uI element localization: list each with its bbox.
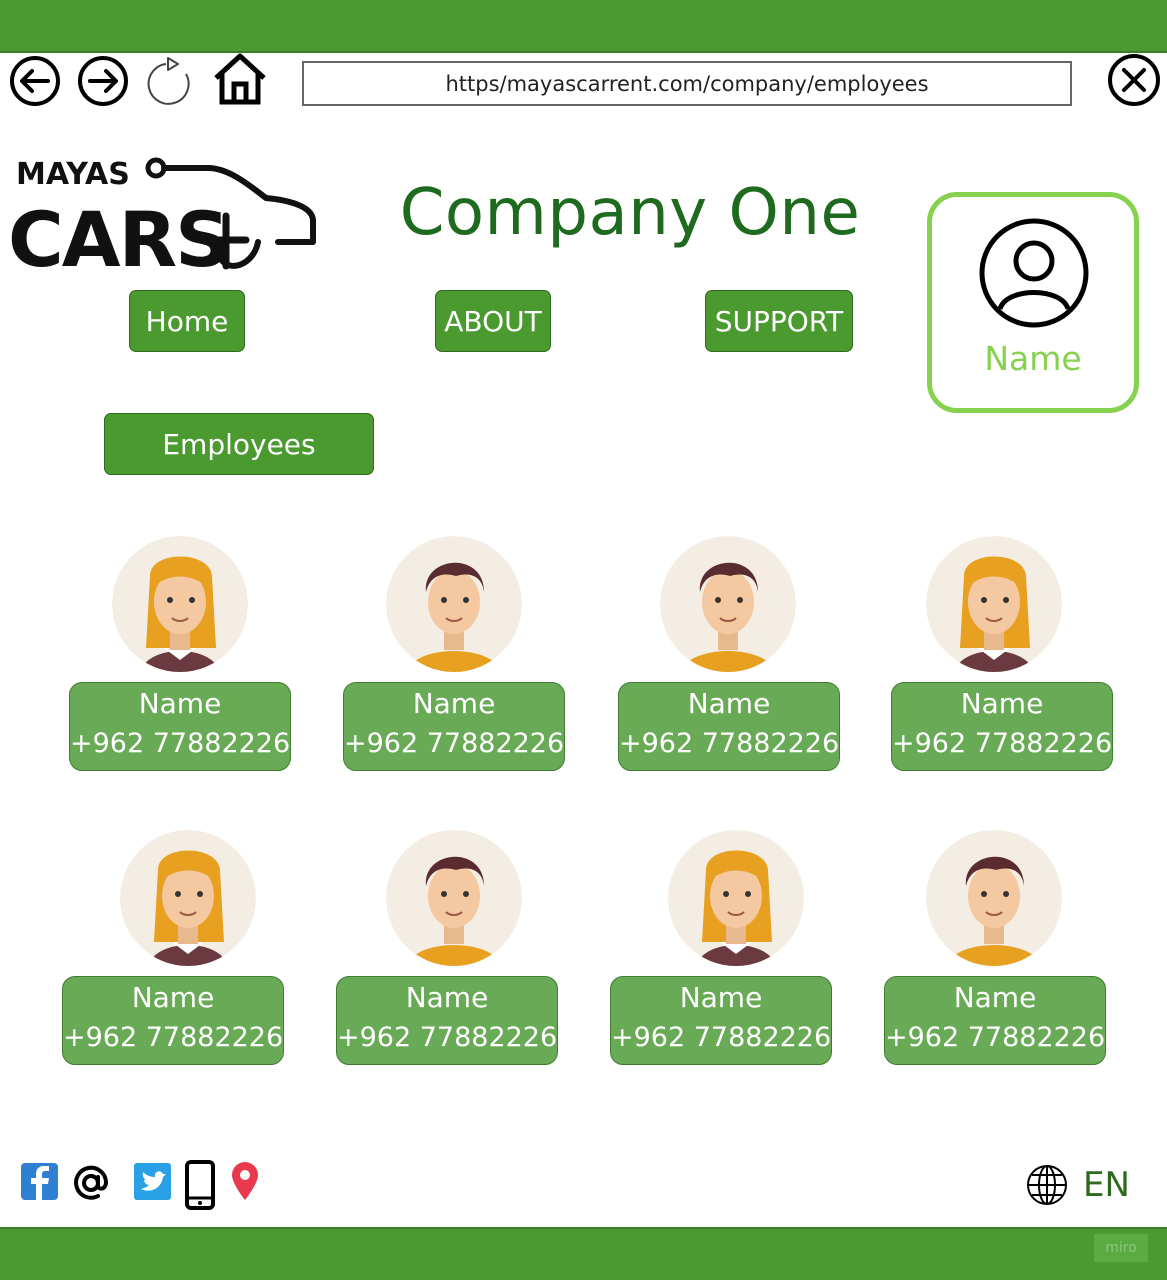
url-text: https/mayascarrent.com/company/employees (445, 71, 929, 96)
female-avatar (112, 536, 248, 672)
employee-card[interactable]: Name +962 77882226 (62, 976, 284, 1065)
employee-card[interactable]: Name +962 77882226 (891, 682, 1113, 771)
language-code: EN (1083, 1165, 1130, 1205)
user-profile-icon (979, 218, 1089, 328)
employee-card[interactable]: Name +962 77882226 (618, 682, 840, 771)
employee-card[interactable]: Name +962 77882226 (884, 976, 1106, 1065)
support-button[interactable]: SUPPORT (705, 290, 853, 352)
company-title: Company One (399, 176, 861, 250)
about-button[interactable]: ABOUT (435, 290, 551, 352)
female-avatar (120, 830, 256, 966)
employees-button[interactable]: Employees (104, 413, 374, 475)
employee-name: Name (405, 981, 489, 1014)
employee-name: Name (138, 687, 222, 720)
employee-card[interactable]: Name +962 77882226 (610, 976, 832, 1065)
female-avatar (668, 830, 804, 966)
location-pin-icon[interactable] (230, 1160, 260, 1202)
bottom-bar: miro (0, 1227, 1167, 1280)
profile-name: Name (984, 339, 1082, 378)
home-icon[interactable] (212, 52, 268, 106)
employee-name: Name (412, 687, 496, 720)
female-avatar (926, 536, 1062, 672)
mobile-phone-icon[interactable] (184, 1160, 216, 1210)
logo-text-bottom: CARS (8, 195, 228, 275)
employee-name: Name (960, 687, 1044, 720)
male-avatar (386, 536, 522, 672)
logo-text-top: MAYAS (16, 157, 130, 192)
home-button[interactable]: Home (129, 290, 245, 352)
address-bar[interactable]: https/mayascarrent.com/company/employees (302, 61, 1072, 106)
employee-phone: +962 77882226 (63, 1022, 284, 1053)
back-arrow-icon[interactable] (8, 54, 62, 108)
facebook-icon[interactable] (20, 1160, 60, 1202)
employee-name: Name (131, 981, 215, 1014)
language-selector[interactable]: EN (1025, 1163, 1130, 1207)
employee-card[interactable]: Name +962 77882226 (336, 976, 558, 1065)
at-email-icon[interactable] (70, 1160, 112, 1202)
forward-arrow-icon[interactable] (76, 54, 130, 108)
close-icon[interactable] (1106, 52, 1162, 108)
employee-phone: +962 77882226 (611, 1022, 832, 1053)
refresh-icon[interactable] (146, 54, 196, 106)
employee-phone: +962 77882226 (337, 1022, 558, 1053)
employee-card[interactable]: Name +962 77882226 (343, 682, 565, 771)
employee-phone: +962 77882226 (344, 728, 565, 759)
top-bar (0, 0, 1167, 53)
employee-phone: +962 77882226 (892, 728, 1113, 759)
globe-icon (1027, 1165, 1067, 1205)
employee-name: Name (953, 981, 1037, 1014)
male-avatar (926, 830, 1062, 966)
employee-name: Name (687, 687, 771, 720)
mayas-cars-logo[interactable]: MAYAS CARS (8, 150, 320, 275)
male-avatar (386, 830, 522, 966)
profile-card[interactable]: Name (927, 192, 1139, 413)
employee-phone: +962 77882226 (885, 1022, 1106, 1053)
male-avatar (660, 536, 796, 672)
employee-phone: +962 77882226 (70, 728, 291, 759)
employee-card[interactable]: Name +962 77882226 (69, 682, 291, 771)
employee-phone: +962 77882226 (619, 728, 840, 759)
twitter-icon[interactable] (133, 1160, 173, 1202)
app-window: { "browser": { "url": "https/mayascarren… (0, 0, 1167, 1280)
miro-watermark: miro (1094, 1234, 1148, 1262)
employee-name: Name (679, 981, 763, 1014)
